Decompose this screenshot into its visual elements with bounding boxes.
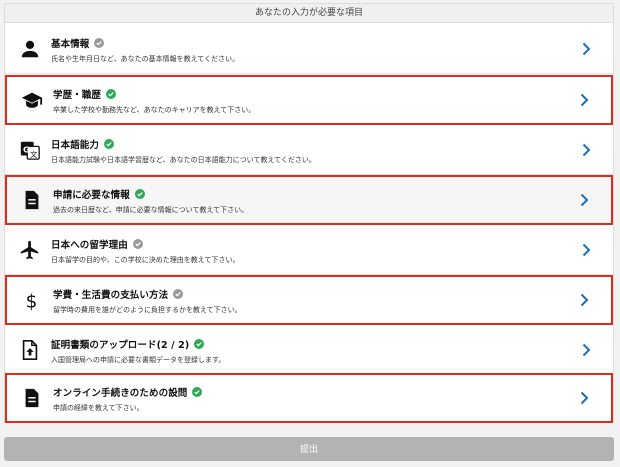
upload-file-icon — [18, 338, 42, 362]
chevron-right-icon[interactable] — [582, 243, 591, 257]
list-item-japanese-ability[interactable]: G文 日本語能力 日本語能力試験や日本語学習歴など、あなたの日本語能力について教… — [5, 125, 613, 175]
dollar-icon: $ — [20, 288, 44, 312]
panel-header: あなたの入力が必要な項目 — [5, 4, 613, 23]
list-item-application-info[interactable]: 申請に必要な情報 過去の来日歴など、申請に必要な情報について教えて下さい。 — [5, 175, 613, 225]
item-description: 申請の経緯を教えて下さい。 — [53, 404, 144, 412]
chevron-right-icon[interactable] — [580, 293, 589, 307]
item-title: 日本への留学理由 — [51, 240, 128, 251]
list-item-study-reason[interactable]: 日本への留学理由 日本留学の目的や、この学校に決めた理由を教えて下さい。 — [5, 225, 613, 275]
required-items-panel: あなたの入力が必要な項目 基本情報 氏名や生年月日など、あなたの基本情報を教えて… — [4, 3, 614, 423]
check-icon — [134, 189, 145, 199]
translate-icon: G文 — [18, 138, 42, 162]
item-title: 申請に必要な情報 — [53, 190, 130, 201]
item-title: 証明書類のアップロード(2 / 2) — [51, 340, 190, 351]
list-item-document-upload[interactable]: 証明書類のアップロード(2 / 2) 入国管理局への申請に必要な書類データを登録… — [5, 325, 613, 375]
chevron-right-icon[interactable] — [580, 391, 589, 405]
panel-title: あなたの入力が必要な項目 — [254, 8, 363, 18]
svg-text:文: 文 — [30, 149, 38, 158]
chevron-right-icon[interactable] — [582, 343, 591, 357]
item-description: 入国管理局への申請に必要な書類データを登録します。 — [51, 356, 226, 364]
check-icon — [194, 339, 205, 349]
check-icon — [173, 289, 184, 299]
item-title: オンライン手続きのための設問 — [53, 388, 188, 399]
graduation-cap-icon — [20, 88, 44, 112]
item-title: 基本情報 — [51, 39, 90, 50]
item-description: 氏名や生年月日など、あなたの基本情報を教えてください。 — [51, 55, 240, 63]
document-icon — [20, 188, 44, 212]
svg-text:G: G — [23, 144, 30, 154]
check-icon — [104, 139, 115, 149]
document-icon — [20, 386, 44, 410]
chevron-right-icon[interactable] — [580, 193, 589, 207]
item-title: 学費・生活費の支払い方法 — [53, 290, 169, 301]
item-description: 日本語能力試験や日本語学習歴など、あなたの日本語能力について教えてください。 — [51, 156, 316, 164]
item-title: 日本語能力 — [51, 140, 100, 151]
item-title: 学歴・職歴 — [53, 90, 102, 101]
svg-text:$: $ — [26, 291, 38, 311]
item-description: 卒業した学校や勤務先など、あなたのキャリアを教えて下さい。 — [53, 106, 256, 114]
item-description: 日本留学の目的や、この学校に決めた理由を教えて下さい。 — [51, 256, 240, 264]
list-item-payment-method[interactable]: $ 学費・生活費の支払い方法 留学時の費用を誰がどのように負担するかを教えて下さ… — [5, 275, 613, 325]
check-icon — [94, 38, 105, 48]
submit-button[interactable]: 提出 — [4, 437, 614, 461]
item-description: 過去の来日歴など、申請に必要な情報について教えて下さい。 — [53, 206, 249, 214]
chevron-right-icon[interactable] — [580, 93, 589, 107]
airplane-icon — [18, 238, 42, 262]
check-icon — [106, 89, 117, 99]
list-item-education-career[interactable]: 学歴・職歴 卒業した学校や勤務先など、あなたのキャリアを教えて下さい。 — [5, 75, 613, 125]
person-icon — [18, 37, 42, 61]
check-icon — [192, 387, 203, 397]
list-item-online-procedure[interactable]: オンライン手続きのための設問 申請の経緯を教えて下さい。 — [5, 373, 613, 423]
check-icon — [132, 239, 143, 249]
chevron-right-icon[interactable] — [582, 42, 591, 56]
chevron-right-icon[interactable] — [582, 143, 591, 157]
item-description: 留学時の費用を誰がどのように負担するかを教えて下さい。 — [53, 306, 242, 314]
list-item-basic-info[interactable]: 基本情報 氏名や生年月日など、あなたの基本情報を教えてください。 — [5, 24, 613, 74]
